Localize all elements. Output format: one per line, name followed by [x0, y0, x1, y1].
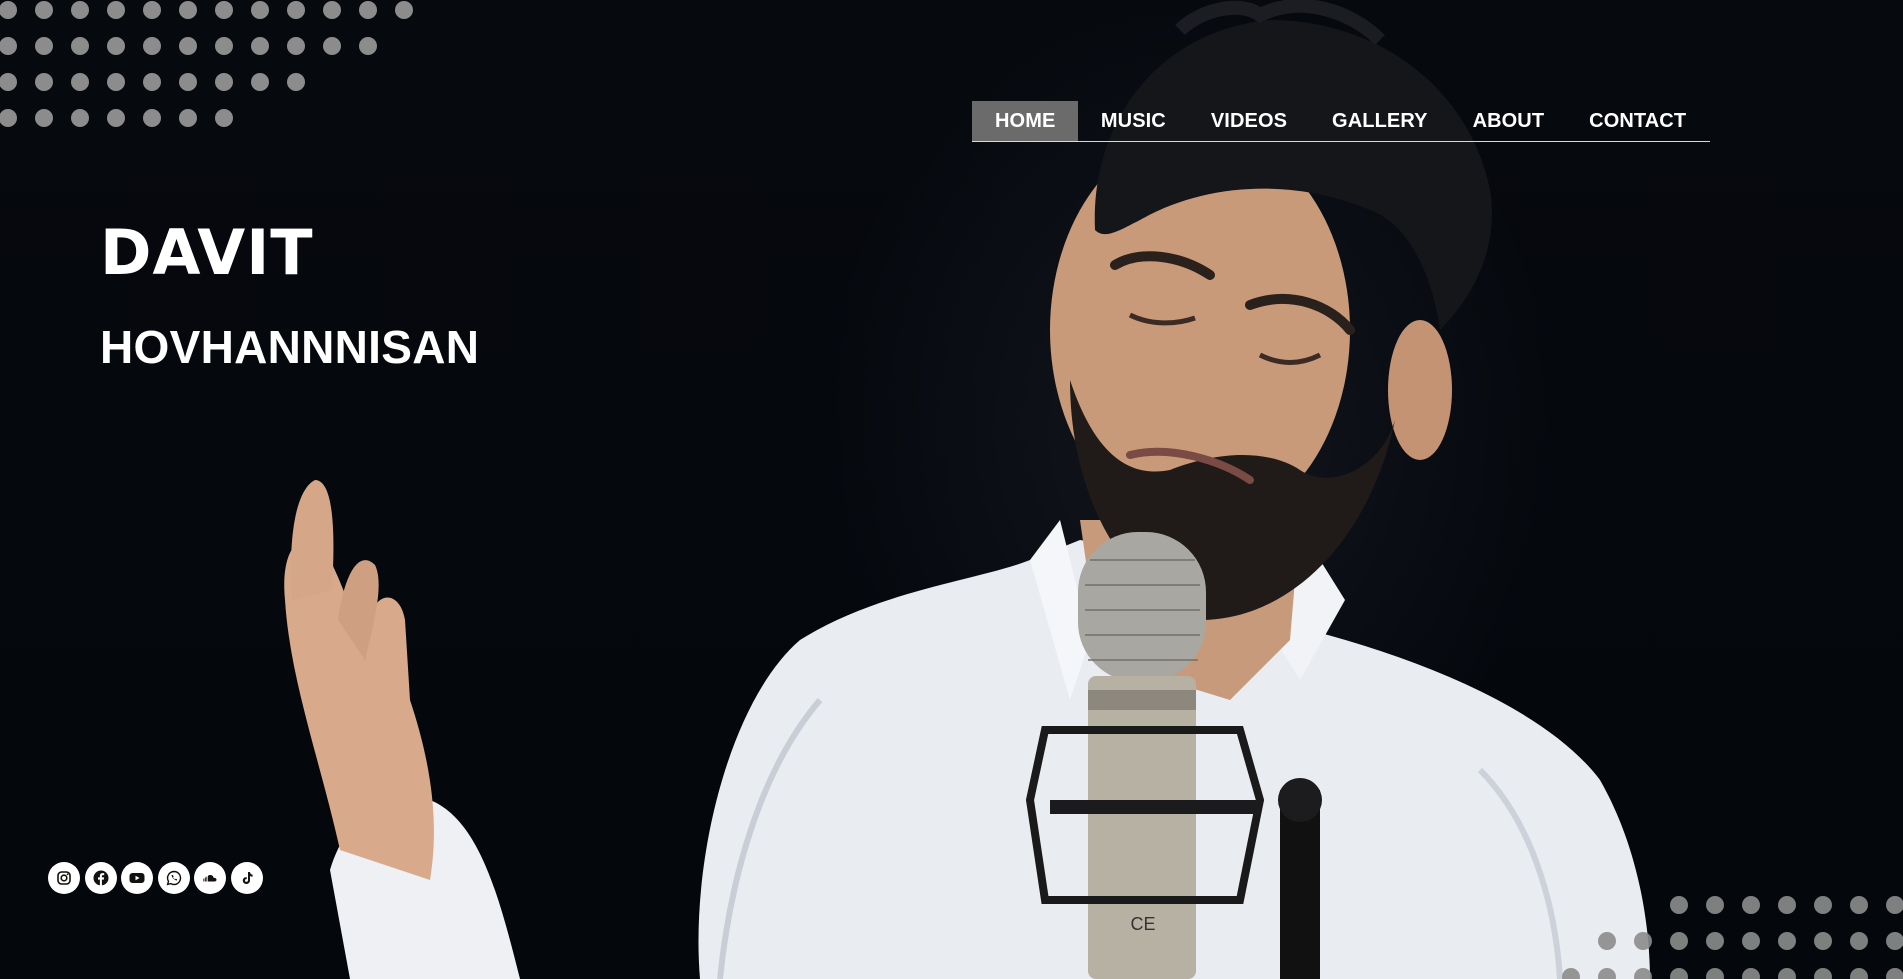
nav-item-music[interactable]: MUSIC: [1078, 101, 1188, 141]
instagram-link[interactable]: [48, 862, 80, 894]
whatsapp-icon: [166, 870, 181, 886]
whatsapp-link[interactable]: [157, 862, 190, 894]
artist-first-name: DAVIT: [100, 216, 314, 289]
facebook-icon: [93, 870, 108, 886]
artist-last-name: HOVHANNNISAN: [100, 321, 480, 373]
nav-item-home[interactable]: HOME: [972, 101, 1079, 141]
nav-item-contact[interactable]: CONTACT: [1567, 101, 1709, 141]
social-links: [48, 862, 263, 894]
nav-item-about[interactable]: ABOUT: [1450, 101, 1567, 141]
hero-singer-photo: CE: [284, 0, 1650, 979]
nav-item-videos[interactable]: VIDEOS: [1188, 101, 1309, 141]
facebook-link[interactable]: [84, 862, 117, 894]
youtube-icon: [129, 873, 145, 883]
nav-item-gallery[interactable]: GALLERY: [1310, 101, 1451, 141]
soundcloud-icon: [203, 875, 217, 882]
tiktok-link[interactable]: [230, 862, 263, 894]
soundcloud-link[interactable]: [194, 862, 226, 894]
decorative-dots-bottom-right: [1562, 896, 1903, 979]
main-navigation: HOME MUSIC VIDEOS GALLERY ABOUT CONTACT: [972, 101, 1710, 142]
tiktok-icon: [242, 872, 253, 884]
svg-text:CE: CE: [1130, 914, 1155, 934]
instagram-icon: [57, 871, 71, 885]
youtube-link[interactable]: [121, 862, 153, 894]
decorative-dots-top-left: [0, 1, 413, 127]
